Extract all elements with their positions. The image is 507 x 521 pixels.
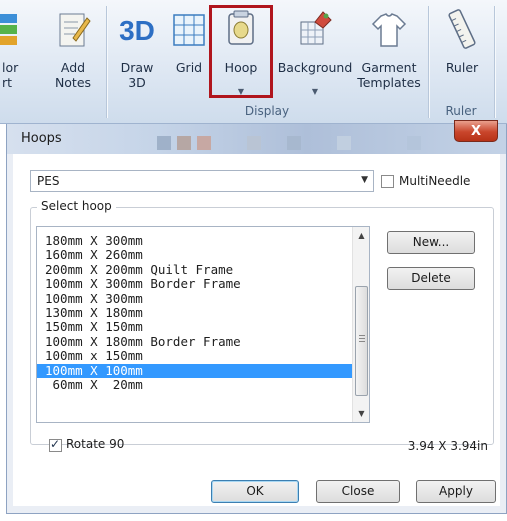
garment-templates-label: Garment Templates [357,60,421,90]
titlebar-decoration [177,136,191,150]
format-dropdown-value: PES [37,174,60,188]
close-icon: X [470,124,482,139]
close-button[interactable]: Close [316,480,400,503]
multineedle-checkbox[interactable] [381,175,394,188]
ribbon-toolbar: lor rt Add Notes 3D Draw 3D Grid Hoop ▼ … [0,0,507,124]
titlebar-decoration [337,136,351,150]
dialog-title: Hoops [21,131,62,146]
color-sort-button[interactable]: lor rt [0,8,26,104]
grid-icon [173,14,205,46]
3d-icon: 3D [119,15,155,46]
hoop-highlight-box [209,5,273,98]
ruler-group-label: Ruler [445,104,477,118]
hoop-list-item[interactable]: 130mm X 180mm [37,306,353,320]
dialog-close-button[interactable]: X [454,120,498,142]
display-group-label: Display [244,104,290,118]
hoop-size-readout: 3.94 X 3.94in [407,439,488,453]
draw-3d-button[interactable]: 3D Draw 3D [111,8,163,104]
select-hoop-label: Select hoop [37,199,116,213]
hoop-list-item[interactable]: 200mm X 200mm Quilt Frame [37,262,353,277]
hoop-list-item[interactable]: 100mm X 180mm Border Frame [37,334,353,349]
ruler-label: Ruler [445,60,479,75]
ok-button[interactable]: OK [211,480,299,503]
delete-hoop-button[interactable]: Delete [387,267,475,290]
ribbon-separator [494,6,495,118]
ruler-icon [448,9,476,49]
hoop-list-item[interactable]: 100mm X 300mm [37,291,353,306]
draw-3d-label: Draw 3D [120,60,154,90]
titlebar-decoration [407,136,421,150]
dialog-body: PES ▼ MultiNeedle Select hoop 180mm X 30… [13,154,500,506]
scrollbar-thumb[interactable] [355,286,368,396]
grip-icon [359,335,365,342]
scroll-up-arrow-icon[interactable]: ▲ [353,227,369,244]
dropdown-arrow-icon: ▼ [361,175,368,185]
new-hoop-button[interactable]: New... [387,231,475,254]
color-sort-icon [0,14,17,45]
garment-templates-button[interactable]: Garment Templates [356,8,422,104]
ruler-button[interactable]: Ruler [436,8,488,104]
background-button[interactable]: Background ▼ [275,8,355,104]
hoop-list-scrollbar[interactable]: ▲ ▼ [352,227,369,422]
background-label: Background [277,60,353,75]
titlebar-decoration [247,136,261,150]
color-sort-label: lor rt [2,60,19,90]
format-dropdown[interactable]: PES ▼ [30,170,374,192]
apply-button[interactable]: Apply [416,480,496,503]
grid-button[interactable]: Grid [167,8,211,104]
hoop-list-item[interactable]: 100mm X 100mm [37,363,353,378]
ribbon-separator [428,6,429,118]
background-dropdown-icon[interactable]: ▼ [312,87,318,96]
titlebar-decoration [157,136,171,150]
hoop-list-item[interactable]: 180mm X 300mm [37,234,353,248]
hoop-list-item[interactable]: 100mm X 300mm Border Frame [37,277,353,291]
background-icon [300,11,332,45]
scroll-down-arrow-icon[interactable]: ▼ [353,405,369,422]
titlebar-decoration [197,136,211,150]
add-notes-button[interactable]: Add Notes [44,8,102,104]
multineedle-label: MultiNeedle [399,174,471,188]
add-notes-label: Add Notes [54,60,92,90]
hoop-list-item[interactable]: 150mm X 150mm [37,320,353,334]
rotate-90-label: Rotate 90 [66,437,125,451]
dialog-titlebar[interactable]: Hoops X [7,120,506,154]
garment-icon [371,13,407,47]
rotate-90-checkbox[interactable] [49,437,62,452]
ribbon-separator [106,6,107,118]
hoop-list-item[interactable]: 60mm X 20mm [37,378,353,392]
svg-text:3D: 3D [119,15,155,46]
notes-icon [59,13,91,47]
hoops-dialog: Hoops X PES ▼ MultiNeedle Select hoop 18… [6,120,507,514]
hoop-list-item[interactable]: 100mm x 150mm [37,349,353,363]
titlebar-decoration [287,136,301,150]
hoop-list-item[interactable]: 160mm X 260mm [37,248,353,262]
grid-label: Grid [175,60,203,75]
hoop-listbox[interactable]: 180mm X 300mm 160mm X 260mm 200mm X 200mm … [36,226,370,423]
